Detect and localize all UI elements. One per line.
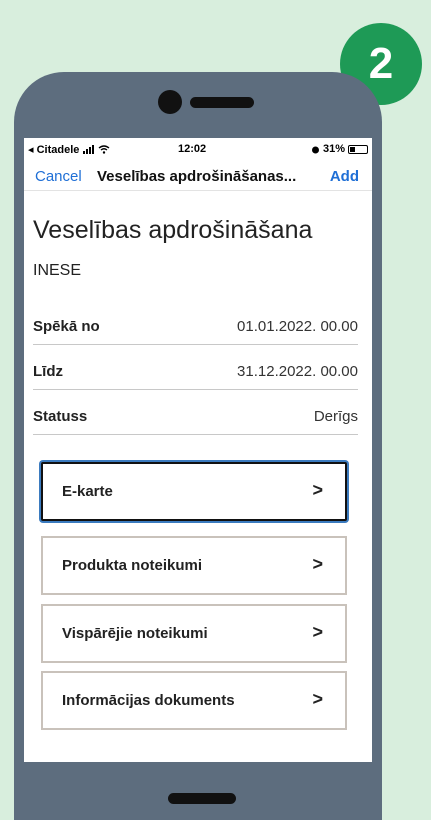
status-time: 12:02 <box>178 143 207 155</box>
button-label: Produkta noteikumi <box>62 557 203 574</box>
phone-frame: ◂ Citadele 12:02 31% Cancel Veselības ap… <box>14 72 382 820</box>
chevron-right-icon: > <box>312 689 323 709</box>
wifi-icon <box>98 145 110 154</box>
carrier-indicator: ◂ Citadele <box>28 143 110 156</box>
status-bar: ◂ Citadele 12:02 31% <box>24 138 372 160</box>
detail-row-valid-from: Spēkā no 01.01.2022. 00.00 <box>33 310 358 345</box>
nav-title: Veselības apdrošināšanas... <box>97 168 297 185</box>
button-label: Vispārējie noteikumi <box>62 625 208 642</box>
detail-value: Derīgs <box>313 408 358 425</box>
speaker-icon <box>190 97 254 108</box>
chevron-right-icon: > <box>312 480 323 500</box>
battery-indicator: 31% <box>311 143 368 155</box>
signal-icon <box>83 145 95 154</box>
navigation-bar: Cancel Veselības apdrošināšanas... Add <box>24 164 372 186</box>
phone-screen: ◂ Citadele 12:02 31% Cancel Veselības ap… <box>24 138 372 762</box>
detail-value: 31.12.2022. 00.00 <box>237 363 358 380</box>
button-label: Informācijas dokuments <box>62 692 235 709</box>
information-document-button[interactable]: Informācijas dokuments > <box>41 671 347 730</box>
add-button[interactable]: Add <box>330 168 359 185</box>
alarm-icon <box>311 146 319 153</box>
battery-icon <box>348 144 368 154</box>
detail-label: Spēkā no <box>33 318 100 335</box>
detail-label: Statuss <box>33 408 88 425</box>
button-label: E-karte <box>62 483 113 500</box>
general-terms-button[interactable]: Vispārējie noteikumi > <box>41 604 347 663</box>
carrier-name: ◂ Citadele <box>28 144 80 156</box>
e-card-button[interactable]: E-karte > <box>41 462 347 521</box>
home-indicator[interactable] <box>168 793 236 804</box>
camera-icon <box>158 90 182 114</box>
detail-row-valid-until: Līdz 31.12.2022. 00.00 <box>33 355 358 390</box>
policy-owner-name: INESE <box>33 262 82 279</box>
cancel-button[interactable]: Cancel <box>35 168 82 185</box>
detail-value: 01.01.2022. 00.00 <box>237 318 358 335</box>
chevron-right-icon: > <box>312 554 323 574</box>
battery-percent: 31% <box>322 143 345 155</box>
detail-row-status: Statuss Derīgs <box>33 400 358 435</box>
nav-divider <box>24 190 372 191</box>
chevron-right-icon: > <box>312 622 323 642</box>
page-title: Veselības apdrošināšana <box>33 216 313 244</box>
detail-label: Līdz <box>33 363 63 380</box>
product-terms-button[interactable]: Produkta noteikumi > <box>41 536 347 595</box>
